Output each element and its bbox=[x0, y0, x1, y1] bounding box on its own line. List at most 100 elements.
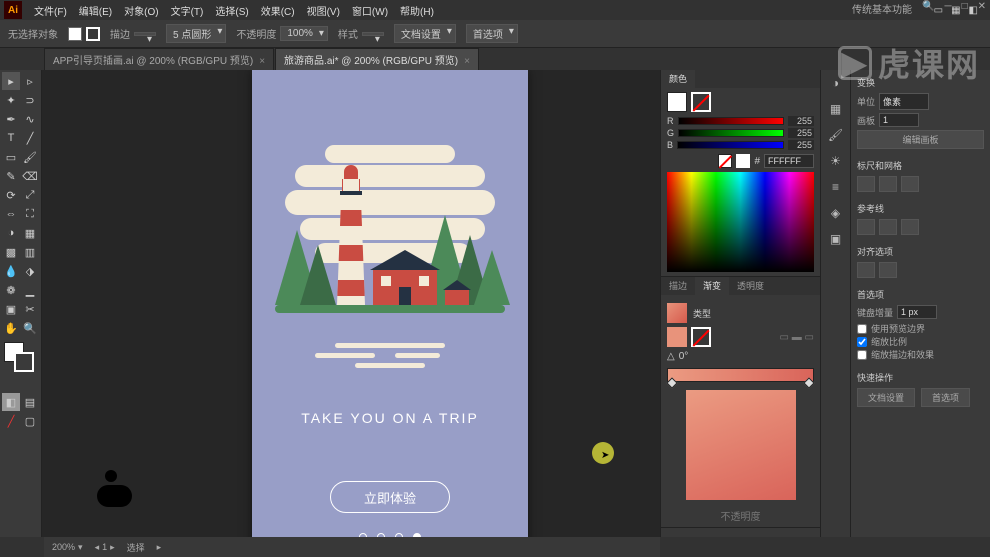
snap-btn-1[interactable] bbox=[857, 262, 875, 278]
stroke-color[interactable] bbox=[14, 352, 34, 372]
gradient-swatch[interactable] bbox=[667, 303, 687, 323]
gradient-stop[interactable] bbox=[803, 377, 814, 388]
zoom-value[interactable]: 200% bbox=[52, 542, 75, 552]
perspective-tool[interactable]: ▦ bbox=[21, 224, 39, 242]
screen-mode[interactable]: ▢ bbox=[21, 412, 39, 430]
r-value[interactable]: 255 bbox=[788, 116, 814, 126]
artboards-icon[interactable]: ▣ bbox=[827, 230, 845, 248]
direct-selection-tool[interactable]: ▹ bbox=[21, 72, 39, 90]
transparency-grid-icon-btn[interactable] bbox=[901, 176, 919, 192]
guides-btn-2[interactable] bbox=[879, 219, 897, 235]
menu-file[interactable]: 文件(F) bbox=[28, 3, 73, 18]
style-dropdown[interactable] bbox=[362, 32, 384, 36]
stroke-tab[interactable]: 描边 bbox=[661, 277, 695, 295]
selection-tool[interactable]: ▸ bbox=[2, 72, 20, 90]
hand-tool[interactable]: ✋ bbox=[2, 319, 20, 337]
artboard-nav[interactable]: 1 bbox=[102, 542, 107, 552]
grid-icon-btn[interactable] bbox=[879, 176, 897, 192]
b-value[interactable]: 255 bbox=[788, 140, 814, 150]
units-dropdown[interactable]: 像素 bbox=[879, 93, 929, 110]
menu-window[interactable]: 窗口(W) bbox=[346, 3, 394, 18]
ruler-icon-btn[interactable] bbox=[857, 176, 875, 192]
stroke-swatch[interactable] bbox=[86, 27, 100, 41]
search-icon[interactable]: 🔍 bbox=[922, 1, 934, 16]
none-mode[interactable]: ╱ bbox=[2, 412, 20, 430]
doc-tab-1[interactable]: APP引导页插画.ai @ 200% (RGB/GPU 预览)× bbox=[44, 48, 274, 70]
doc-setup-button[interactable]: 文档设置 bbox=[394, 24, 456, 43]
width-tool[interactable]: ⇔ bbox=[2, 205, 20, 223]
curvature-tool[interactable]: ∿ bbox=[21, 110, 39, 128]
panel-fill-swatch[interactable] bbox=[667, 92, 687, 112]
g-value[interactable]: 255 bbox=[788, 128, 814, 138]
fill-stroke-swatches[interactable] bbox=[2, 342, 39, 392]
menu-edit[interactable]: 编辑(E) bbox=[73, 3, 118, 18]
minimize-icon[interactable]: ─ bbox=[944, 1, 951, 16]
cta-button[interactable]: 立即体验 bbox=[330, 481, 450, 513]
type-tool[interactable]: T bbox=[2, 129, 20, 147]
stroke-icon[interactable]: ≡ bbox=[827, 178, 845, 196]
pen-tool[interactable]: ✒ bbox=[2, 110, 20, 128]
magic-wand-tool[interactable]: ✦ bbox=[2, 91, 20, 109]
guides-btn-3[interactable] bbox=[901, 219, 919, 235]
gradient-mode[interactable]: ▤ bbox=[21, 393, 39, 411]
white-swatch[interactable] bbox=[736, 154, 750, 168]
column-graph-tool[interactable]: ▁ bbox=[21, 281, 39, 299]
close-icon[interactable]: ✕ bbox=[978, 1, 986, 16]
grad-fill-swatch[interactable] bbox=[667, 327, 687, 347]
workspace-switcher[interactable]: 传统基本功能 bbox=[852, 1, 912, 16]
snap-btn-2[interactable] bbox=[879, 262, 897, 278]
swatches-icon[interactable]: ▦ bbox=[827, 100, 845, 118]
color-tab[interactable]: 颜色 bbox=[661, 70, 695, 88]
prefs-button[interactable]: 首选项 bbox=[466, 24, 518, 43]
menu-select[interactable]: 选择(S) bbox=[209, 3, 254, 18]
doc-tab-2[interactable]: 旅游商品.ai* @ 200% (RGB/GPU 预览)× bbox=[275, 48, 479, 70]
b-slider[interactable] bbox=[677, 141, 784, 149]
rectangle-tool[interactable]: ▭ bbox=[2, 148, 20, 166]
g-slider[interactable] bbox=[678, 129, 784, 137]
edit-artboard-button[interactable]: 编辑画板 bbox=[857, 130, 984, 149]
angle-value[interactable]: 0° bbox=[679, 351, 689, 362]
none-swatch[interactable] bbox=[718, 154, 732, 168]
layers-icon[interactable]: ◈ bbox=[827, 204, 845, 222]
canvas[interactable]: TAKE YOU ON A TRIP 立即体验 ➤ bbox=[42, 70, 660, 537]
menu-effect[interactable]: 效果(C) bbox=[255, 3, 301, 18]
scale-strokes-checkbox[interactable] bbox=[857, 350, 867, 360]
gradient-stop[interactable] bbox=[666, 377, 677, 388]
lasso-tool[interactable]: ⊃ bbox=[21, 91, 39, 109]
brushes-icon[interactable]: 🖌 bbox=[827, 126, 845, 144]
opacity-dropdown[interactable]: 100% bbox=[280, 26, 328, 41]
menu-object[interactable]: 对象(O) bbox=[118, 3, 164, 18]
close-icon[interactable]: × bbox=[259, 56, 265, 67]
menu-type[interactable]: 文字(T) bbox=[165, 3, 210, 18]
slice-tool[interactable]: ✂ bbox=[21, 300, 39, 318]
free-transform-tool[interactable]: ⛶ bbox=[21, 205, 39, 223]
rotate-tool[interactable]: ⟳ bbox=[2, 186, 20, 204]
stroke-weight-dropdown[interactable] bbox=[134, 32, 156, 36]
shaper-tool[interactable]: ✎ bbox=[2, 167, 20, 185]
r-slider[interactable] bbox=[678, 117, 785, 125]
symbols-icon[interactable]: ☀ bbox=[827, 152, 845, 170]
transparency-tab[interactable]: 透明度 bbox=[729, 277, 772, 295]
color-spectrum[interactable] bbox=[667, 172, 814, 272]
scale-corners-checkbox[interactable] bbox=[857, 337, 867, 347]
eyedropper-tool[interactable]: 💧 bbox=[2, 262, 20, 280]
artboard-count[interactable]: 1 bbox=[879, 113, 919, 127]
zoom-tool[interactable]: 🔍 bbox=[21, 319, 39, 337]
color-guide-icon[interactable]: ◑ bbox=[827, 74, 845, 92]
blend-tool[interactable]: ⬗ bbox=[21, 262, 39, 280]
menu-help[interactable]: 帮助(H) bbox=[394, 3, 440, 18]
symbol-sprayer-tool[interactable]: ❁ bbox=[2, 281, 20, 299]
gradient-tab[interactable]: 渐变 bbox=[695, 277, 729, 295]
doc-setup-quick-button[interactable]: 文档设置 bbox=[857, 388, 915, 407]
menu-view[interactable]: 视图(V) bbox=[301, 3, 346, 18]
artboard-tool[interactable]: ▣ bbox=[2, 300, 20, 318]
guides-btn-1[interactable] bbox=[857, 219, 875, 235]
hex-input[interactable] bbox=[764, 154, 814, 168]
close-icon[interactable]: × bbox=[464, 56, 470, 67]
gradient-tool[interactable]: ▥ bbox=[21, 243, 39, 261]
scale-tool[interactable]: ⤢ bbox=[21, 186, 39, 204]
color-mode[interactable]: ◧ bbox=[2, 393, 20, 411]
maximize-icon[interactable]: □ bbox=[962, 1, 968, 16]
grad-stroke-swatch[interactable] bbox=[691, 327, 711, 347]
panel-stroke-swatch[interactable] bbox=[691, 92, 711, 112]
